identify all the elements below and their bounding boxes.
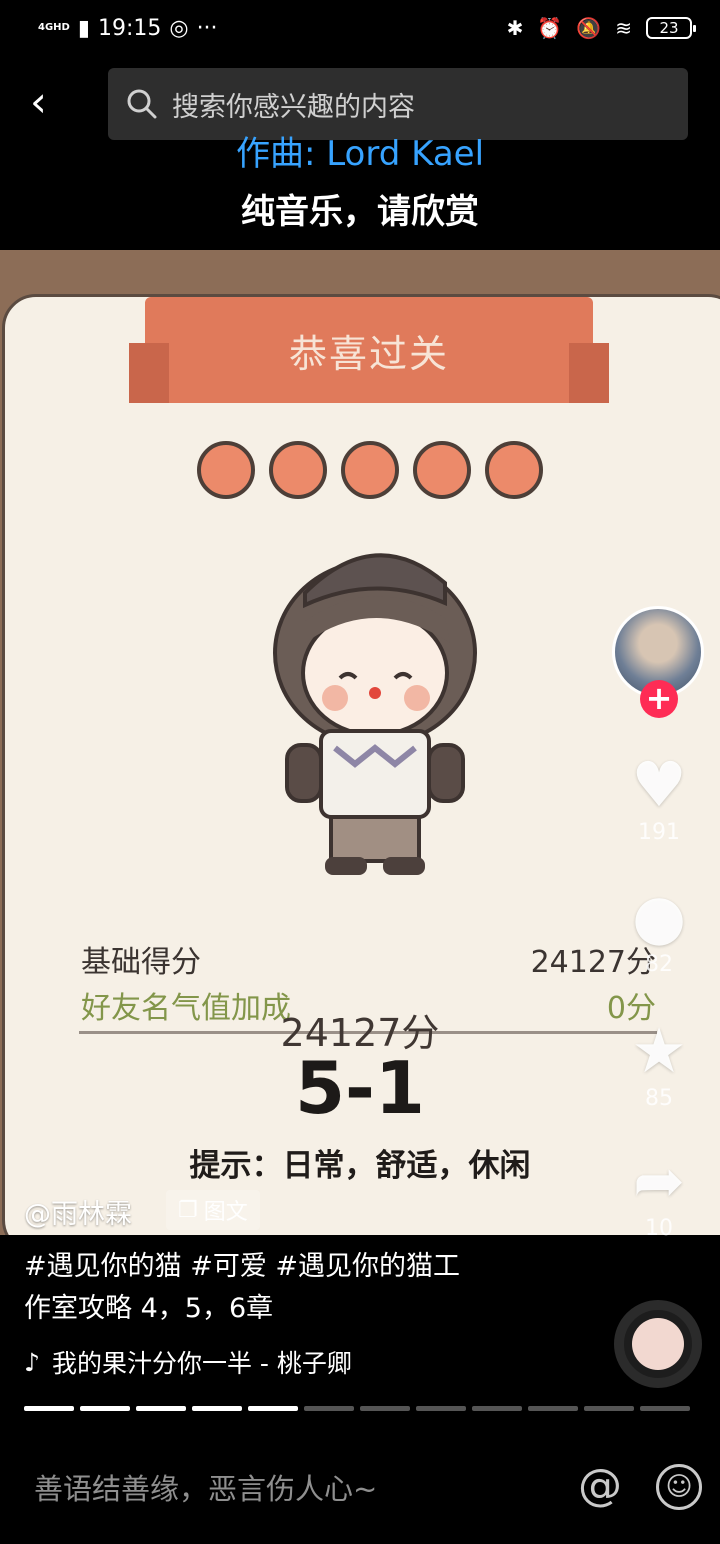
caption-line: 作室攻略 4，5，6章 xyxy=(24,1293,274,1324)
comment-icon: ● xyxy=(631,880,687,953)
wifi-icon: ≋ xyxy=(615,16,632,40)
mention-button[interactable]: @ xyxy=(578,1460,622,1511)
status-bar: 4GHD ▮ 19:15 ◎ ··· ✱ ⏰ 🔕 ≋ 23 xyxy=(0,0,720,56)
back-button[interactable]: ‹ xyxy=(30,81,70,126)
image-progress xyxy=(24,1406,690,1411)
progress-segment xyxy=(472,1406,522,1411)
music-credit: 作曲: Lord Kael xyxy=(235,134,485,174)
chevron-left-icon: ‹ xyxy=(30,77,47,126)
search-icon xyxy=(127,89,157,119)
network-indicator: 4GHD xyxy=(38,22,70,33)
follow-button[interactable]: + xyxy=(640,680,678,718)
disc-cover xyxy=(632,1318,684,1370)
share-arrow-icon: ➦ xyxy=(633,1144,685,1217)
progress-segment xyxy=(640,1406,690,1411)
music-title: 我的果汁分你一半 - 桃子卿 xyxy=(51,1349,352,1378)
level-hint: 提示：日常，舒适，休闲 xyxy=(189,1148,531,1184)
favorite-count: 85 xyxy=(645,1086,673,1111)
caption-line: #遇见你的猫 #可爱 #遇见你的猫工 xyxy=(24,1251,461,1282)
battery-level: 23 xyxy=(659,19,679,37)
flower-star-icon xyxy=(269,441,327,499)
post-caption[interactable]: #遇见你的猫 #可爱 #遇见你的猫工 作室攻略 4，5，6章 xyxy=(24,1246,584,1330)
music-info[interactable]: ♪ 我的果汁分你一半 - 桃子卿 xyxy=(24,1344,352,1380)
video-content[interactable]: 恭喜过关 基础得分 24127分 好友名气值加成 0分 24127分 5-1 提… xyxy=(0,250,720,1235)
favorite-button[interactable]: ★ 85 xyxy=(622,1014,696,1112)
progress-segment xyxy=(528,1406,578,1411)
rating-stars xyxy=(197,441,543,499)
more-icon: ··· xyxy=(196,15,218,41)
alarm-icon: ⏰ xyxy=(537,16,563,40)
bluetooth-icon: ✱ xyxy=(506,16,524,40)
music-disc[interactable] xyxy=(614,1300,702,1388)
banner-text: 恭喜过关 xyxy=(288,331,449,376)
smile-icon: ☺ xyxy=(665,1472,693,1502)
base-score-row: 基础得分 24127分 xyxy=(81,937,656,981)
progress-segment xyxy=(584,1406,634,1411)
content-type-badge: ❐ 图文 xyxy=(166,1190,260,1230)
base-score-label: 基础得分 xyxy=(81,945,201,980)
share-button[interactable]: ➦ 10 xyxy=(622,1144,696,1242)
clock: 19:15 xyxy=(97,15,162,41)
battery-icon: 23 xyxy=(646,17,696,39)
video-subtitle: 纯音乐，请欣赏 xyxy=(241,192,479,232)
content-type-label: 图文 xyxy=(203,1200,248,1225)
flower-star-icon xyxy=(413,441,471,499)
banner: 恭喜过关 xyxy=(129,297,609,403)
progress-segment xyxy=(80,1406,130,1411)
like-button[interactable]: ♥ 191 xyxy=(622,748,696,846)
star-icon: ★ xyxy=(631,1014,687,1087)
comment-count: 82 xyxy=(645,952,673,977)
flower-star-icon xyxy=(197,441,255,499)
progress-segment xyxy=(136,1406,186,1411)
author-name[interactable]: @雨林霖 xyxy=(24,1192,132,1231)
signal-icon: ▮ xyxy=(77,15,90,41)
music-note-icon: ♪ xyxy=(24,1347,40,1377)
plus-icon: + xyxy=(645,679,673,717)
progress-segment xyxy=(360,1406,410,1411)
progress-segment xyxy=(24,1406,74,1411)
progress-segment xyxy=(304,1406,354,1411)
character-illustration xyxy=(273,553,477,875)
comment-input[interactable]: 善语结善缘，恶言伤人心~ xyxy=(34,1466,377,1508)
level-number: 5-1 xyxy=(294,1046,426,1130)
emoji-button[interactable]: ☺ xyxy=(656,1464,702,1510)
comment-button[interactable]: ● 82 xyxy=(622,880,696,978)
notification-icon: ◎ xyxy=(169,15,189,41)
search-placeholder: 搜索你感兴趣的内容 xyxy=(172,91,415,123)
flower-star-icon xyxy=(485,441,543,499)
mute-icon: 🔕 xyxy=(576,16,602,40)
like-count: 191 xyxy=(638,820,680,845)
share-count: 10 xyxy=(645,1216,673,1241)
heart-icon: ♥ xyxy=(631,748,687,821)
progress-segment xyxy=(416,1406,466,1411)
images-icon: ❐ xyxy=(178,1197,198,1223)
flower-star-icon xyxy=(341,441,399,499)
progress-segment xyxy=(192,1406,242,1411)
progress-segment xyxy=(248,1406,298,1411)
